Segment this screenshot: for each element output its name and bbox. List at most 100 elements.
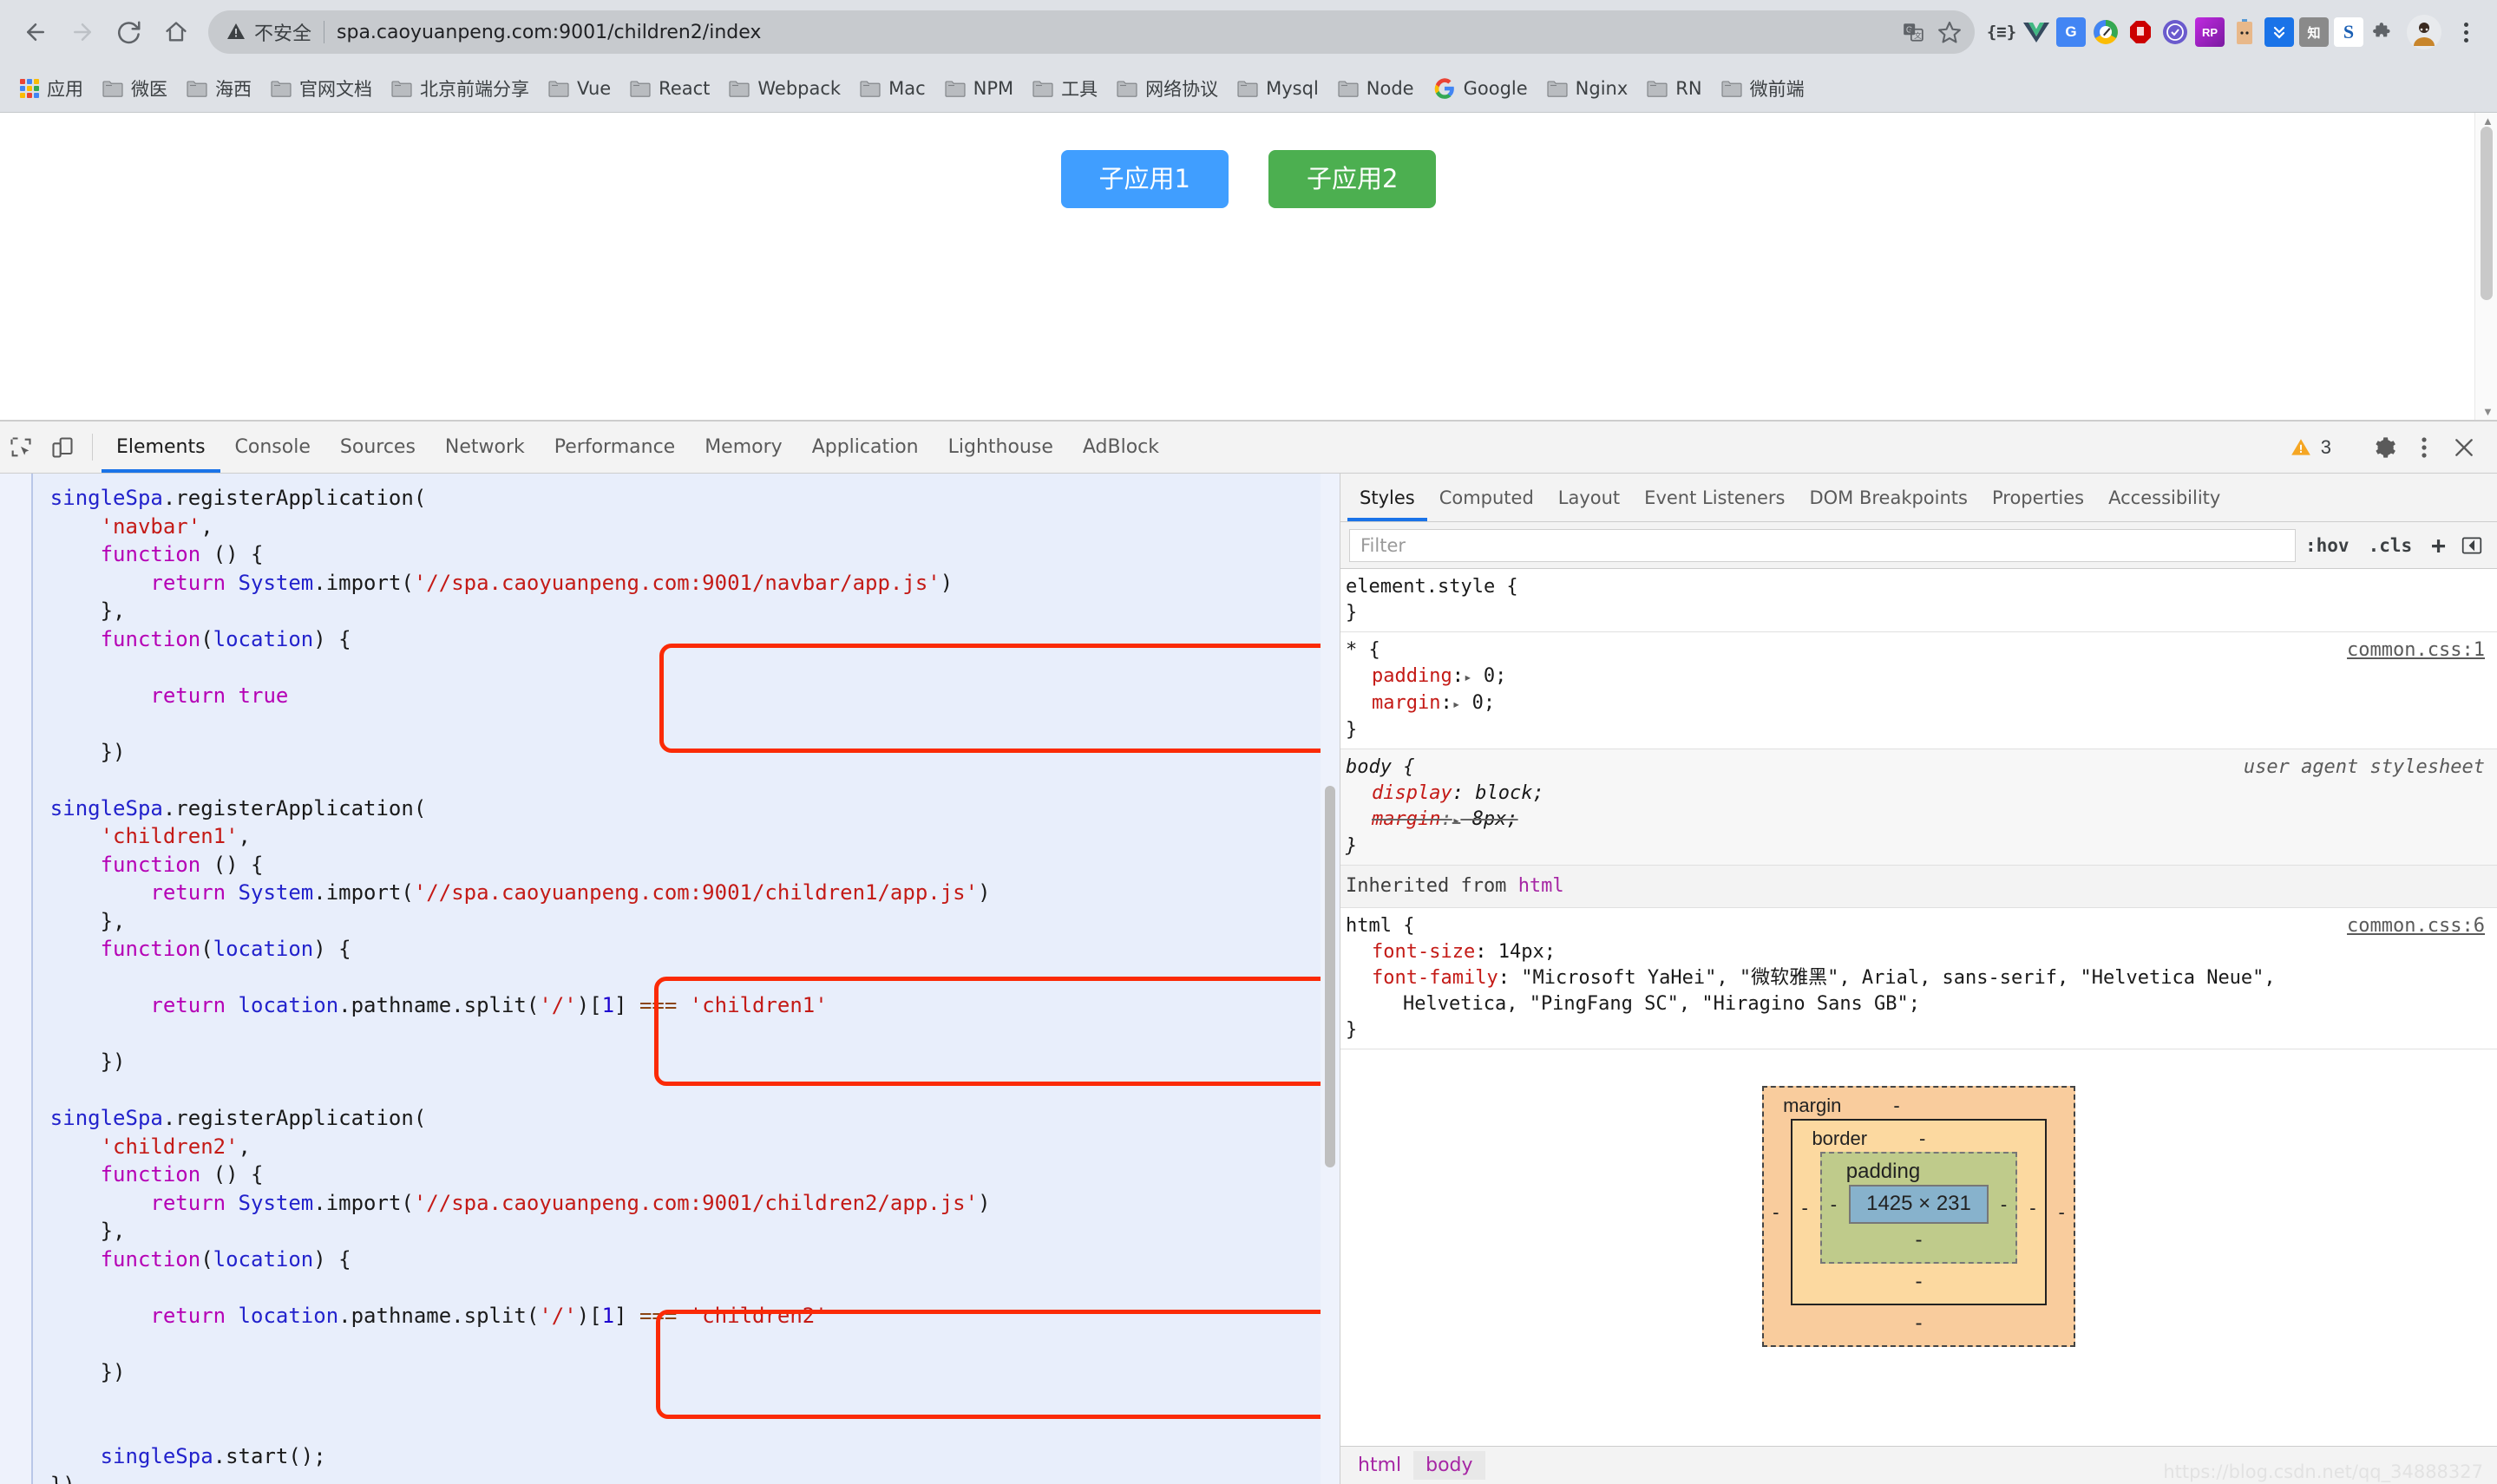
scroll-up-arrow[interactable]: ▲	[2482, 114, 2494, 127]
page-scrollbar[interactable]: ▲ ▼	[2474, 113, 2497, 420]
styles-tab-styles[interactable]: Styles	[1347, 474, 1427, 521]
styles-tab-computed[interactable]: Computed	[1427, 474, 1546, 521]
bookmark-item-15[interactable]: Nginx	[1537, 75, 1638, 102]
devtools-tab-console[interactable]: Console	[220, 422, 325, 473]
bookmark-item-5[interactable]: Vue	[539, 75, 620, 102]
browser-menu-button[interactable]	[2447, 13, 2485, 51]
bookmark-item-10[interactable]: 工具	[1023, 72, 1107, 105]
scroll-down-arrow[interactable]: ▼	[2482, 405, 2494, 418]
css-selector[interactable]: * {	[1346, 637, 1380, 664]
bookmark-item-13[interactable]: Node	[1328, 75, 1424, 102]
zhihu-extension[interactable]: 知	[2299, 17, 2329, 47]
devtools-tab-memory[interactable]: Memory	[690, 422, 796, 473]
css-rule-0[interactable]: element.style {}	[1340, 569, 2497, 632]
bookmark-item-17[interactable]: 微前端	[1712, 72, 1814, 105]
styles-rules-list[interactable]: element.style {}* {common.css:1padding:▸…	[1340, 569, 2497, 1446]
css-property-value[interactable]: 0;	[1472, 692, 1496, 714]
filter-input[interactable]: Filter	[1349, 529, 2296, 562]
scrollbar-thumb[interactable]	[2481, 127, 2493, 300]
json-formatter-extension[interactable]: {≡}	[1987, 17, 2016, 47]
box-model-border[interactable]: border--padding-1425 × 231----	[1791, 1119, 2046, 1305]
address-bar[interactable]: 不安全 spa.caoyuanpeng.com:9001/children2/i…	[208, 10, 1975, 54]
vue-devtools-extension[interactable]	[2022, 17, 2051, 47]
expand-triangle[interactable]: ▸	[1452, 812, 1461, 828]
bookmark-item-6[interactable]: React	[620, 75, 719, 102]
styles-tab-event-listeners[interactable]: Event Listeners	[1632, 474, 1797, 521]
devtools-tab-performance[interactable]: Performance	[540, 422, 690, 473]
css-origin-link[interactable]: user agent stylesheet	[2244, 755, 2485, 781]
close-icon[interactable]	[2443, 436, 2485, 459]
bookmark-item-3[interactable]: 官网文档	[261, 72, 382, 105]
css-property-value[interactable]: block;	[1475, 782, 1543, 804]
user-avatar[interactable]	[2407, 15, 2441, 49]
download-extension[interactable]	[2264, 17, 2294, 47]
bookmark-item-1[interactable]: 微医	[93, 72, 177, 105]
css-rule-1[interactable]: * {common.css:1padding:▸ 0;margin:▸ 0;}	[1340, 632, 2497, 749]
bookmark-star-icon[interactable]	[1931, 14, 1968, 50]
forward-button[interactable]	[59, 9, 106, 56]
breadcrumb-html[interactable]: html	[1346, 1451, 1413, 1480]
css-rule-inherited-html[interactable]: html { common.css:6font-size: 14px;font-f…	[1340, 908, 2497, 1049]
box-model-padding[interactable]: padding-1425 × 231--	[1820, 1152, 2017, 1264]
styles-tab-layout[interactable]: Layout	[1546, 474, 1632, 521]
extensions-puzzle-icon[interactable]	[2369, 17, 2398, 47]
rp-extension[interactable]: RP	[2195, 17, 2225, 47]
css-selector[interactable]: html {	[1346, 913, 1414, 939]
css-property-value[interactable]: 8px;	[1472, 808, 1518, 830]
css-property-value[interactable]: 0;	[1484, 665, 1507, 687]
dom-pane-scrollbar[interactable]	[1321, 474, 1340, 1484]
gear-icon[interactable]	[2363, 435, 2405, 460]
devtools-tab-network[interactable]: Network	[430, 422, 540, 473]
add-style-rule-button[interactable]: +	[2422, 531, 2455, 559]
privacy-badger-extension[interactable]	[2160, 17, 2190, 47]
box-model-content[interactable]: 1425 × 231	[1849, 1185, 1989, 1224]
device-toolbar-icon[interactable]	[42, 422, 83, 473]
expand-triangle[interactable]: ▸	[1464, 669, 1472, 685]
css-origin-link[interactable]: common.css:6	[2347, 913, 2485, 939]
bookmark-item-8[interactable]: Mac	[850, 75, 935, 102]
inspect-element-icon[interactable]	[0, 422, 42, 473]
cls-button[interactable]: .cls	[2359, 535, 2422, 556]
bookmark-item-4[interactable]: 北京前端分享	[382, 72, 539, 105]
translate-icon[interactable]: G文	[1895, 14, 1931, 50]
spa-button-1[interactable]: 子应用1	[1061, 150, 1229, 208]
css-selector[interactable]: element.style {	[1346, 574, 1518, 600]
bookmark-item-12[interactable]: Mysql	[1228, 75, 1328, 102]
devtools-tab-adblock[interactable]: AdBlock	[1068, 422, 1174, 473]
css-declaration[interactable]: padding:▸ 0;	[1340, 664, 2497, 690]
devtools-tab-elements[interactable]: Elements	[102, 422, 220, 473]
breadcrumb-body[interactable]: body	[1413, 1451, 1484, 1480]
clipboard-extension[interactable]	[2230, 17, 2259, 47]
devtools-more-menu-icon[interactable]	[2409, 435, 2440, 461]
css-declaration[interactable]: font-family: "Microsoft YaHei", "微软雅黑", …	[1340, 965, 2497, 991]
reload-button[interactable]	[106, 9, 153, 56]
url-text[interactable]: spa.caoyuanpeng.com:9001/children2/index	[337, 22, 1895, 43]
css-declaration[interactable]: margin:▸ 8px;	[1340, 807, 2497, 834]
sogou-extension[interactable]: S	[2334, 17, 2363, 47]
styles-tab-properties[interactable]: Properties	[1980, 474, 2096, 521]
adblock-extension[interactable]	[2126, 17, 2155, 47]
dom-scrollbar-thumb[interactable]	[1325, 786, 1335, 1167]
bookmark-item-16[interactable]: RN	[1637, 75, 1711, 102]
css-property-value[interactable]: 14px;	[1498, 941, 1556, 963]
toggle-sidebar-icon[interactable]	[2455, 530, 2488, 561]
devtools-tab-lighthouse[interactable]: Lighthouse	[934, 422, 1068, 473]
inherited-tag[interactable]: html	[1518, 875, 1564, 897]
box-model-margin[interactable]: margin--border--padding-1425 × 231------	[1762, 1086, 2075, 1347]
css-declaration[interactable]: margin:▸ 0;	[1340, 690, 2497, 717]
warning-indicator[interactable]: 3	[2279, 436, 2342, 459]
spa-button-2[interactable]: 子应用2	[1268, 150, 1436, 208]
css-declaration[interactable]: font-size: 14px;	[1340, 939, 2497, 965]
css-selector[interactable]: body {	[1346, 755, 1414, 781]
styles-tab-accessibility[interactable]: Accessibility	[2096, 474, 2232, 521]
hov-button[interactable]: :hov	[2296, 535, 2359, 556]
dom-tree-pane[interactable]: singleSpa.registerApplication( 'navbar',…	[0, 474, 1340, 1484]
home-button[interactable]	[153, 9, 200, 56]
expand-triangle[interactable]: ▸	[1452, 696, 1461, 712]
bookmark-item-0[interactable]: 应用	[10, 72, 93, 105]
styles-tab-dom-breakpoints[interactable]: DOM Breakpoints	[1797, 474, 1980, 521]
bookmark-item-7[interactable]: Webpack	[719, 75, 850, 102]
devtools-tab-application[interactable]: Application	[797, 422, 934, 473]
back-button[interactable]	[12, 9, 59, 56]
bookmark-item-14[interactable]: Google	[1424, 74, 1537, 103]
